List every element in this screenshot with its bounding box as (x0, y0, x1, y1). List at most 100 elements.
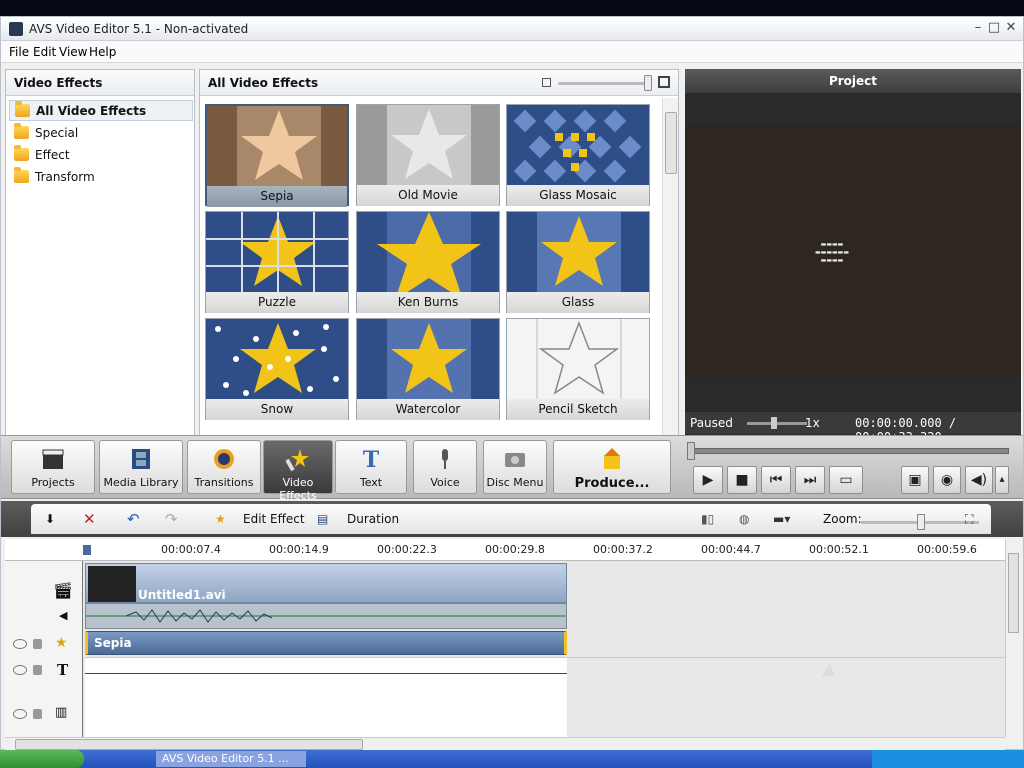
effect-clip-sepia[interactable]: Sepia (85, 631, 567, 655)
menu-bar: File Edit View Help (1, 41, 1023, 63)
desktop-background (0, 0, 1024, 16)
audio-mute-icon[interactable]: ◀ (59, 609, 67, 622)
duration-button[interactable]: Duration (347, 508, 399, 530)
video-clip[interactable]: Untitled1.avi (85, 563, 567, 603)
timeline-vscroll-thumb[interactable] (1008, 553, 1019, 633)
effect-tile-old-movie[interactable]: Old Movie (356, 104, 500, 206)
category-panel-header: Video Effects (6, 70, 194, 96)
display-mode-icon[interactable]: ▬▾ (773, 508, 803, 530)
effect-tile-snow[interactable]: Snow (205, 318, 349, 420)
menu-view[interactable]: View (59, 45, 87, 59)
split-icon[interactable]: ▮▯ (701, 508, 723, 530)
eye-icon[interactable] (13, 665, 27, 675)
timeline-hscroll-thumb[interactable] (15, 739, 363, 750)
snapshot-camera-icon[interactable]: ◉ (933, 466, 961, 494)
app-window: AVS Video Editor 5.1 - Non-activated – □… (0, 16, 1024, 751)
timeline-empty-area[interactable] (85, 657, 567, 737)
category-all-video-effects[interactable]: All Video Effects (9, 100, 193, 121)
video-effects-button[interactable]: Video Effects (263, 440, 333, 502)
fit-to-window-icon[interactable]: ⛶ (965, 508, 983, 530)
webcam-icon[interactable]: ◍ (739, 508, 761, 530)
button-label: Voice (430, 476, 460, 489)
delete-icon[interactable]: ✕ (83, 508, 105, 530)
thumbnail-large-icon[interactable] (658, 76, 670, 88)
player-controls: ▶ ■ ⏮ ⏭ ▭ ▣ ◉ ◀) ▴ (687, 440, 1021, 498)
disc-menu-button[interactable]: Disc Menu (483, 440, 547, 494)
title-bar[interactable]: AVS Video Editor 5.1 - Non-activated – □… (1, 17, 1023, 41)
edit-effect-button[interactable]: Edit Effect (243, 508, 305, 530)
undo-icon[interactable]: ↶ (127, 508, 149, 530)
timeline-zoom-slider-handle[interactable] (917, 514, 925, 530)
effect-tile-sepia[interactable]: Sepia (205, 104, 349, 207)
effect-label: Pencil Sketch (507, 399, 649, 420)
effect-label: Old Movie (357, 185, 499, 206)
seek-bar[interactable] (693, 448, 1009, 454)
category-effect[interactable]: Effect (9, 145, 193, 166)
stop-icon[interactable]: ■ (727, 466, 757, 494)
playhead-marker[interactable] (83, 545, 91, 555)
speed-slider-handle[interactable] (771, 417, 777, 429)
timeline-horizontal-scrollbar[interactable] (5, 737, 1005, 751)
volume-dropdown-icon[interactable]: ▴ (995, 466, 1009, 494)
monitor-icon[interactable]: ▣ (901, 466, 929, 494)
seek-bar-handle[interactable] (687, 442, 695, 460)
speed-slider[interactable] (747, 422, 807, 425)
effect-tile-watercolor[interactable]: Watercolor (356, 318, 500, 420)
thumbnail-size-slider[interactable] (558, 82, 650, 85)
folder-icon (14, 123, 29, 139)
film-strip-icon (129, 447, 153, 471)
watercolor-thumbnail (357, 319, 499, 399)
add-to-timeline-icon[interactable]: ⬇ (45, 508, 67, 530)
next-frame-icon[interactable]: ⏭ (795, 466, 825, 494)
minimize-icon[interactable]: – (971, 21, 985, 35)
effects-category-panel: Video Effects All Video Effects Special … (5, 69, 195, 439)
lock-icon[interactable] (33, 709, 42, 719)
produce-button[interactable]: Produce... (553, 440, 671, 494)
category-label: Transform (35, 170, 95, 184)
grid-scrollbar-thumb[interactable] (665, 112, 677, 174)
fullscreen-icon[interactable]: ▭ (829, 466, 863, 494)
audio-waveform-clip[interactable] (85, 603, 567, 629)
lock-icon[interactable] (33, 665, 42, 675)
menu-help[interactable]: Help (89, 45, 116, 59)
volume-icon[interactable]: ◀) (965, 466, 993, 494)
button-label: Text (359, 476, 383, 489)
play-icon[interactable]: ▶ (693, 466, 723, 494)
close-icon[interactable]: ✕ (1004, 21, 1018, 35)
eye-icon[interactable] (13, 639, 27, 649)
grid-vertical-scrollbar[interactable] (662, 98, 678, 438)
track-headers: 🎬︎ ◀ ★ T ▥ (5, 561, 83, 737)
effect-label: Puzzle (206, 292, 348, 313)
eye-icon[interactable] (13, 709, 27, 719)
text-button[interactable]: T Text (335, 440, 407, 494)
effect-tile-pencil-sketch[interactable]: Pencil Sketch (506, 318, 650, 420)
redo-icon[interactable]: ↷ (165, 508, 187, 530)
button-label: Transitions (194, 476, 254, 489)
effect-tile-ken-burns[interactable]: Ken Burns (356, 211, 500, 313)
start-button[interactable] (0, 750, 84, 768)
transitions-button[interactable]: Transitions (187, 440, 261, 494)
effect-tile-glass[interactable]: Glass (506, 211, 650, 313)
voice-button[interactable]: Voice (413, 440, 477, 494)
timeline-vertical-scrollbar[interactable] (1005, 539, 1021, 737)
category-special[interactable]: Special (9, 123, 193, 144)
category-transform[interactable]: Transform (9, 167, 193, 188)
menu-edit[interactable]: Edit (33, 45, 56, 59)
effect-tile-puzzle[interactable]: Puzzle (205, 211, 349, 313)
taskbar-item-avs[interactable]: AVS Video Editor 5.1 ... (156, 751, 306, 767)
previous-frame-icon[interactable]: ⏮ (761, 466, 791, 494)
media-library-button[interactable]: Media Library (99, 440, 183, 494)
windows-taskbar: AVS Video Editor 5.1 ... (0, 750, 1024, 768)
timeline-tracks: 🎬︎ ◀ ★ T ▥ Untitled1.avi Sepia (5, 561, 1005, 737)
thumbnail-size-slider-handle[interactable] (644, 75, 652, 91)
menu-file[interactable]: File (9, 45, 29, 59)
projects-button[interactable]: Projects (11, 440, 95, 494)
effect-tile-glass-mosaic[interactable]: Glass Mosaic (506, 104, 650, 206)
timeline-ruler[interactable]: 00:00:07.4 00:00:14.9 00:00:22.3 00:00:2… (5, 539, 1005, 561)
effect-label: Glass Mosaic (507, 185, 649, 206)
timeline-toolbar-background: ⬇ ✕ ↶ ↷ ★ Edit Effect ▤ Duration ▮▯ ◍ ▬▾… (1, 501, 1023, 537)
lock-icon[interactable] (33, 639, 42, 649)
maximize-icon[interactable]: □ (987, 21, 1001, 35)
preview-screen[interactable]: ▬▬▬▬ ▬▬▬▬▬▬ ▬▬▬▬ (685, 125, 1021, 377)
thumbnail-small-icon[interactable] (542, 78, 551, 87)
